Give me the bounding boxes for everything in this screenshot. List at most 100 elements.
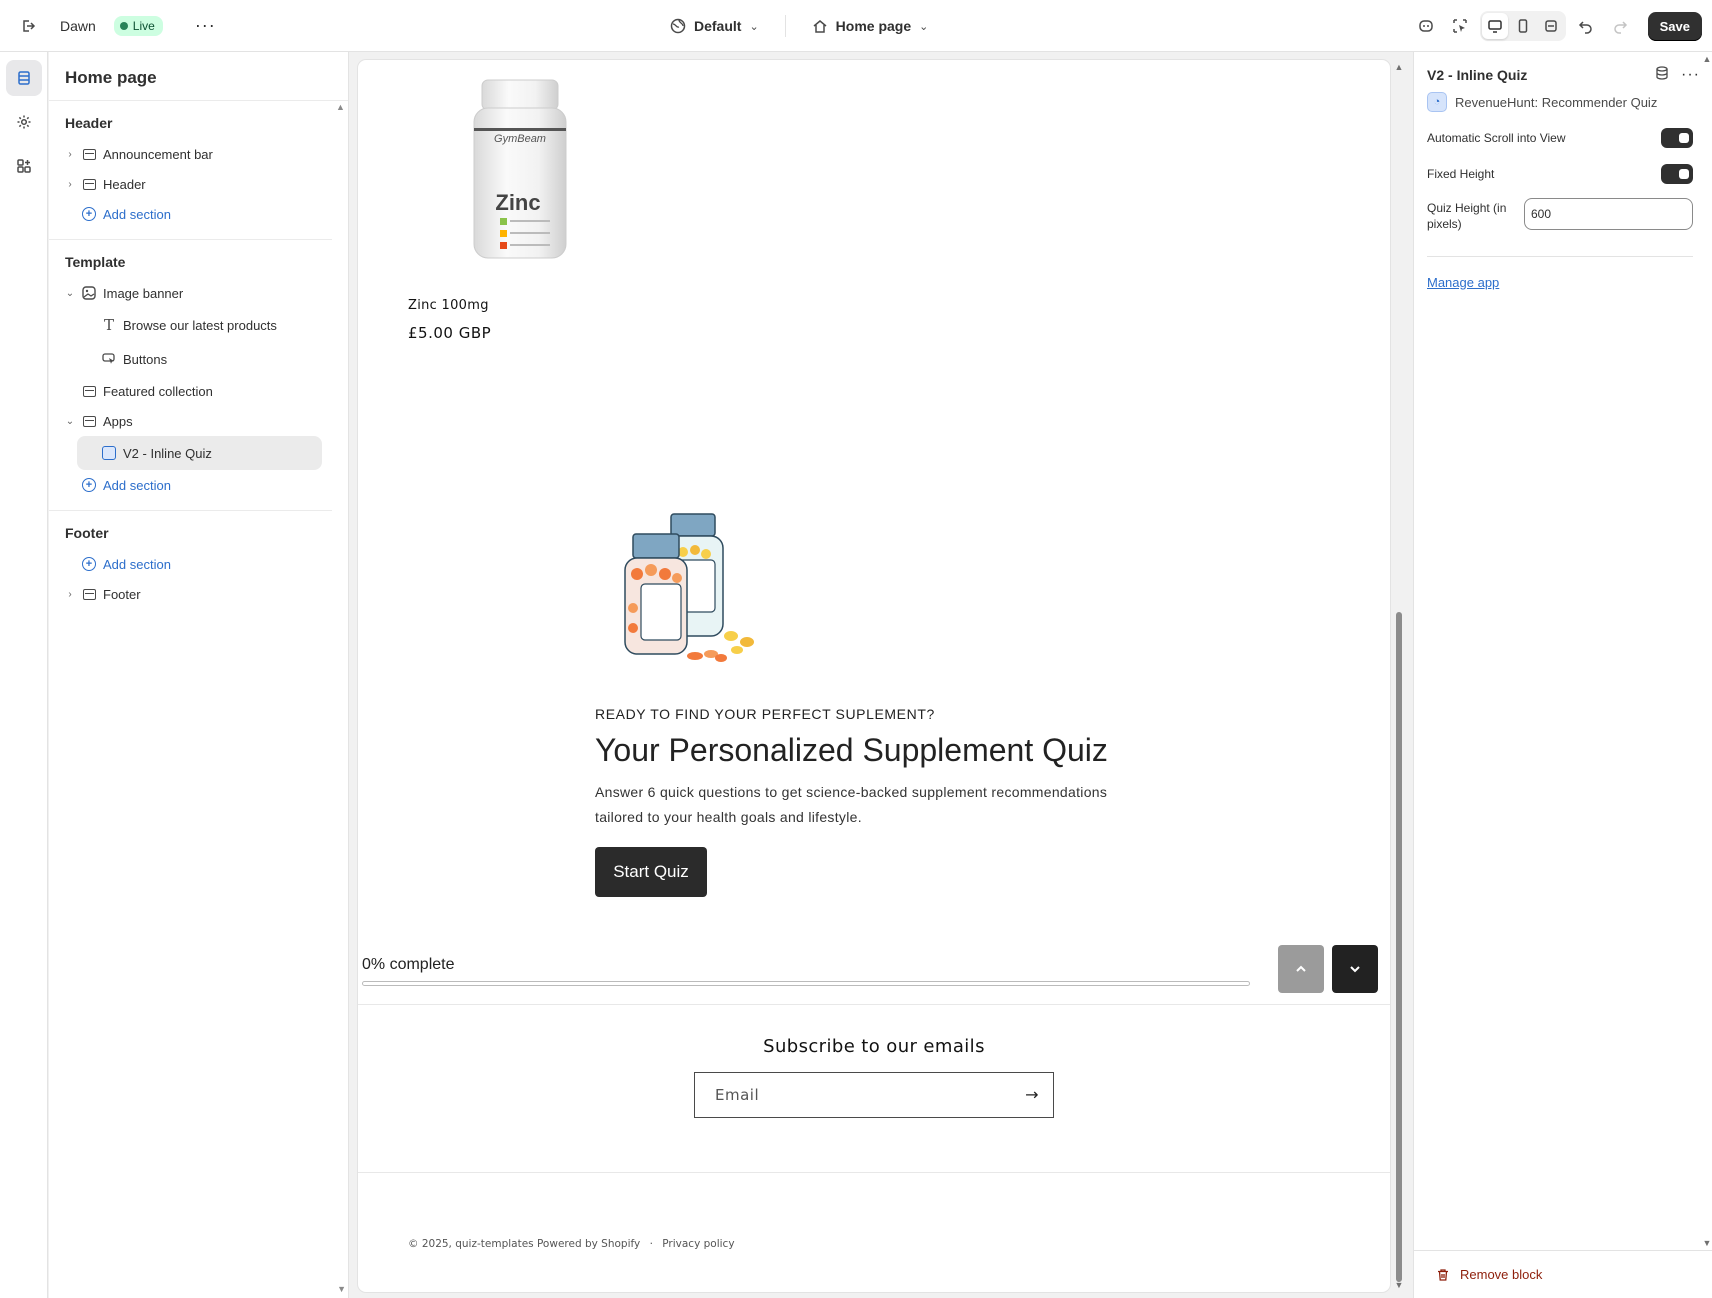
add-section-label: Add section [103, 477, 171, 493]
fixed-height-toggle[interactable] [1661, 164, 1693, 184]
image-icon [81, 285, 97, 301]
exit-icon[interactable] [14, 12, 42, 40]
block-buttons[interactable]: Buttons [65, 342, 316, 376]
scroll-up-icon[interactable]: ▲ [1702, 54, 1712, 64]
scroll-down-icon[interactable]: ▼ [1394, 1280, 1404, 1290]
auto-scroll-toggle[interactable] [1661, 128, 1693, 148]
block-v2-inline-quiz[interactable]: V2 - Inline Quiz [77, 436, 322, 470]
preview-area: GymBeam Zinc Zinc 100mg £5.00 GBP READY … [350, 52, 1412, 1298]
globe-icon [670, 18, 686, 34]
block-heading[interactable]: T Browse our latest products [65, 308, 316, 342]
button-cursor-icon [101, 351, 117, 367]
more-actions-button[interactable]: ··· [195, 15, 216, 36]
preview-scrollbar[interactable]: ▲ ▼ [1394, 60, 1404, 1292]
add-section-label: Add section [103, 206, 171, 222]
ai-assist-icon[interactable] [1412, 12, 1440, 40]
add-section-button[interactable]: + Add section [65, 470, 316, 500]
app-attribution: ◔ RevenueHunt: Recommender Quiz [1414, 84, 1712, 114]
block-settings-panel: V2 - Inline Quiz ··· ◔ RevenueHunt: Reco… [1413, 52, 1712, 1298]
add-section-label: Add section [103, 556, 171, 572]
product-brand-label: GymBeam [494, 133, 546, 145]
privacy-policy-link[interactable]: Privacy policy [662, 1238, 734, 1250]
remove-block-button[interactable]: Remove block [1414, 1250, 1712, 1298]
manage-app-link[interactable]: Manage app [1414, 257, 1712, 290]
section-label: Announcement bar [103, 146, 213, 162]
plus-circle-icon: + [81, 556, 97, 572]
theme-selector[interactable]: Default ⌄ [670, 18, 759, 34]
divider [784, 15, 786, 37]
setting-label: Automatic Scroll into View [1427, 131, 1566, 145]
mobile-view-icon[interactable] [1510, 13, 1536, 39]
section-label: Featured collection [103, 383, 213, 399]
add-section-button[interactable]: + Add section [65, 549, 316, 579]
live-badge-label: Live [132, 18, 155, 33]
add-section-button[interactable]: + Add section [65, 199, 316, 229]
section-label: Header [103, 176, 146, 192]
product-price: £5.00 GBP [408, 324, 492, 342]
quiz-height-input[interactable] [1524, 198, 1693, 230]
chevron-down-icon [1350, 966, 1360, 973]
save-button[interactable]: Save [1647, 11, 1702, 41]
remove-block-label: Remove block [1460, 1267, 1543, 1282]
left-rail [0, 52, 48, 1298]
chevron-right-icon[interactable]: › [63, 149, 77, 160]
newsletter-title: Subscribe to our emails [763, 1036, 985, 1057]
sidebar-scrollbar[interactable]: ▲ [336, 102, 346, 112]
start-quiz-button[interactable]: Start Quiz [595, 847, 707, 897]
page-selector[interactable]: Home page ⌄ [812, 18, 928, 34]
fullscreen-view-icon[interactable] [1538, 13, 1564, 39]
copyright-text: © 2025, quiz-templates Powered by Shopif… [408, 1238, 641, 1250]
footer-group: Footer + Add section › Footer [49, 511, 332, 619]
section-header[interactable]: › Header [65, 169, 316, 199]
scroll-down-icon[interactable]: ▼ [1702, 1238, 1712, 1248]
redo-icon[interactable] [1606, 12, 1634, 40]
section-image-banner[interactable]: ⌄ Image banner [65, 278, 316, 308]
sections-icon[interactable] [6, 60, 42, 96]
footer-copyright: © 2025, quiz-templates Powered by Shopif… [408, 1238, 735, 1250]
chevron-down-icon[interactable]: ⌄ [63, 288, 77, 299]
email-input[interactable]: Email → [694, 1072, 1054, 1118]
theme-settings-icon[interactable] [6, 104, 42, 140]
inspector-icon[interactable] [1446, 12, 1474, 40]
section-icon [81, 176, 97, 192]
desktop-view-icon[interactable] [1481, 13, 1508, 39]
apps-icon[interactable] [6, 148, 42, 184]
more-options-icon[interactable]: ··· [1681, 66, 1700, 84]
header-group: Header › Announcement bar › Header + Add… [49, 101, 332, 240]
chevron-down-icon[interactable]: ⌄ [63, 416, 77, 427]
quiz-kicker: READY TO FIND YOUR PERFECT SUPLEMENT? [595, 706, 935, 722]
section-footer[interactable]: › Footer [65, 579, 316, 609]
arrow-right-icon[interactable]: → [1025, 1085, 1039, 1104]
viewport-switcher [1479, 11, 1566, 41]
setting-auto-scroll: Automatic Scroll into View [1414, 120, 1712, 156]
quiz-prev-button[interactable] [1278, 945, 1324, 993]
scroll-up-icon[interactable]: ▲ [336, 102, 346, 112]
storefront-preview[interactable]: GymBeam Zinc Zinc 100mg £5.00 GBP READY … [358, 60, 1390, 1292]
product-image[interactable]: GymBeam Zinc [470, 78, 570, 263]
live-dot-icon [119, 21, 128, 30]
panel-scrollbar[interactable]: ▲ ▼ [1702, 52, 1712, 1250]
chevron-right-icon[interactable]: › [63, 589, 77, 600]
scroll-down-icon[interactable]: ▼ [337, 1284, 346, 1294]
database-icon[interactable] [1655, 65, 1669, 85]
page-title: Home page [49, 52, 348, 101]
progress-bar [362, 981, 1250, 986]
quiz-next-button[interactable] [1332, 945, 1378, 993]
chevron-right-icon[interactable]: › [63, 179, 77, 190]
section-label: Apps [103, 413, 133, 429]
progress-label: 0% complete [362, 956, 455, 973]
plus-circle-icon: + [81, 206, 97, 222]
trash-icon [1438, 1268, 1448, 1281]
plus-circle-icon: + [81, 477, 97, 493]
scroll-thumb[interactable] [1396, 612, 1402, 1282]
theme-name: Dawn [60, 17, 96, 34]
section-apps[interactable]: ⌄ Apps [65, 406, 316, 436]
theme-selector-label: Default [694, 18, 742, 34]
undo-icon[interactable] [1572, 12, 1600, 40]
section-featured-collection[interactable]: Featured collection [65, 376, 316, 406]
section-label: Image banner [103, 285, 184, 301]
scroll-up-icon[interactable]: ▲ [1394, 62, 1404, 72]
supplement-bottles-illustration [624, 513, 754, 662]
product-title[interactable]: Zinc 100mg [408, 298, 489, 313]
section-announcement-bar[interactable]: › Announcement bar [65, 139, 316, 169]
